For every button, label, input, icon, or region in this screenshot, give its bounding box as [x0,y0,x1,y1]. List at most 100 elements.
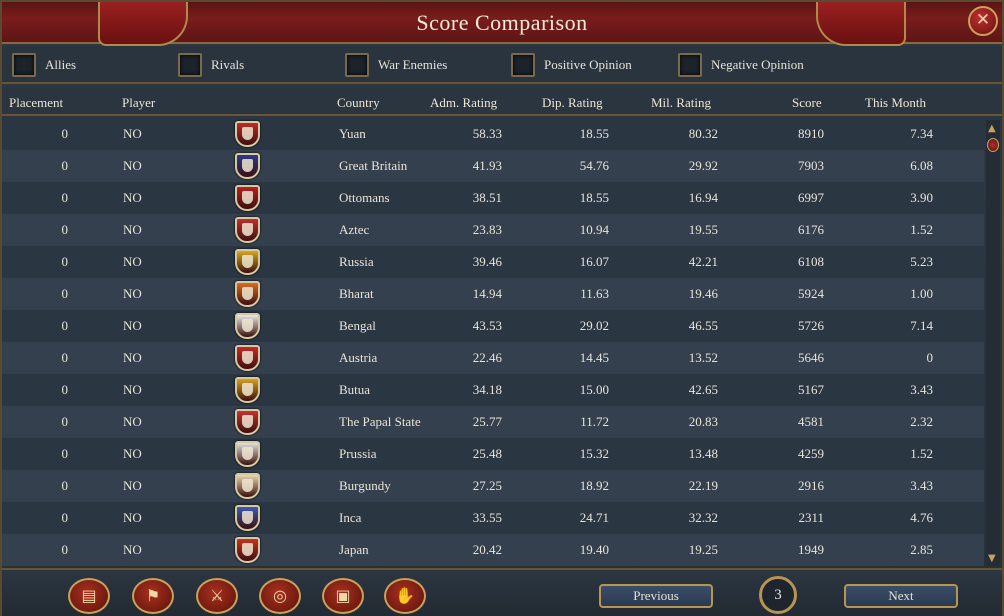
table-row[interactable]: 0 NO Russia 39.46 16.07 42.21 6108 5.23 [2,246,984,278]
filter-rivals[interactable]: Rivals [178,53,244,77]
ledger-tab-button[interactable]: ▤ [68,578,110,614]
economy-tab-button[interactable]: ◎ [259,578,301,614]
cell-placement: 0 [61,286,69,301]
coat-of-arms-icon [242,127,253,140]
checkbox[interactable] [345,53,369,77]
previous-button[interactable]: Previous [599,584,713,608]
scroll-up-arrow-icon[interactable]: ▲ [988,123,998,135]
cell-placement: 0 [61,414,69,429]
checkbox[interactable] [678,53,702,77]
cell-mil-rating: 16.94 [688,190,718,205]
header-score[interactable]: Score [792,95,822,111]
filter-negative-opinion[interactable]: Negative Opinion [678,53,804,77]
table-row[interactable]: 0 NO Japan 20.42 19.40 19.25 1949 2.85 [2,534,984,566]
cell-placement: 0 [61,382,69,397]
cell-mil-rating: 19.25 [688,542,718,557]
flag-tab-button[interactable]: ⚑ [132,578,174,614]
cell-mil-rating: 13.48 [688,446,718,461]
coat-of-arms-icon [242,255,253,268]
coat-of-arms-icon [242,479,253,492]
table-row[interactable]: 0 NO Inca 33.55 24.71 32.32 2311 4.76 [2,502,984,534]
filter-allies[interactable]: Allies [12,53,76,77]
checkbox[interactable] [178,53,202,77]
cell-this-month: 7.14 [910,318,933,333]
country-flag-icon[interactable] [235,377,260,403]
header-placement[interactable]: Placement [9,95,63,111]
country-flag-icon[interactable] [235,441,260,467]
table-row[interactable]: 0 NO The Papal State 25.77 11.72 20.83 4581 2.3… [2,406,984,438]
cell-adm-rating: 33.55 [472,510,502,525]
cell-score: 5924 [798,286,824,301]
checkbox[interactable] [511,53,535,77]
table-row[interactable]: 0 NO Great Britain 41.93 54.76 29.92 7903 6.08 [2,150,984,182]
military-tab-button[interactable]: ⚔ [196,578,238,614]
table-row[interactable]: 0 NO Butua 34.18 15.00 42.65 5167 3.43 [2,374,984,406]
header-player[interactable]: Player [122,95,155,111]
table-row[interactable]: 0 NO Bengal 43.53 29.02 46.55 5726 7.14 [2,310,984,342]
cell-this-month: 4.76 [910,510,933,525]
table-row[interactable]: 0 NO Ottomans 38.51 18.55 16.94 6997 3.90 [2,182,984,214]
scroll-thumb[interactable] [987,138,999,152]
header-mil-rating[interactable]: Mil. Rating [651,95,711,111]
header-country[interactable]: Country [337,95,380,111]
cell-score: 4259 [798,446,824,461]
country-flag-icon[interactable] [235,313,260,339]
cell-player: NO [123,254,142,269]
checkbox[interactable] [12,53,36,77]
cell-score: 2311 [798,510,824,525]
header-this-month[interactable]: This Month [865,95,926,111]
cell-player: NO [123,510,142,525]
cell-adm-rating: 25.48 [472,446,502,461]
coins-icon: ◎ [273,586,287,605]
table-row[interactable]: 0 NO Prussia 25.48 15.32 13.48 4259 1.52 [2,438,984,470]
cell-placement: 0 [61,318,69,333]
header-dip-rating[interactable]: Dip. Rating [542,95,603,111]
cell-adm-rating: 38.51 [472,190,502,205]
table-row[interactable]: 0 NO Yuan 58.33 18.55 80.32 8910 7.34 [2,118,984,150]
cell-mil-rating: 19.55 [688,222,718,237]
country-flag-icon[interactable] [235,217,260,243]
cell-score: 7903 [798,158,824,173]
table-row[interactable]: 0 NO Burgundy 27.25 18.92 22.19 2916 3.43 [2,470,984,502]
country-flag-icon[interactable] [235,249,260,275]
trade-tab-button[interactable]: ▣ [322,578,364,614]
country-flag-icon[interactable] [235,153,260,179]
cell-placement: 0 [61,126,69,141]
table-row[interactable]: 0 NO Bharat 14.94 11.63 19.46 5924 1.00 [2,278,984,310]
scroll-down-arrow-icon[interactable]: ▼ [988,553,998,565]
filter-label: Allies [45,57,77,72]
handshake-icon: ✋ [395,586,415,605]
country-flag-icon[interactable] [235,345,260,371]
country-flag-icon[interactable] [235,537,260,563]
ledger-icon: ▤ [81,586,97,605]
filter-war-enemies[interactable]: War Enemies [345,53,447,77]
cell-this-month: 7.34 [910,126,933,141]
cell-this-month: 3.43 [910,478,933,493]
cell-dip-rating: 54.76 [579,158,609,173]
cell-score: 5167 [798,382,824,397]
cell-mil-rating: 42.65 [688,382,718,397]
next-button[interactable]: Next [844,584,958,608]
cell-placement: 0 [61,222,69,237]
cell-this-month: 2.85 [910,542,933,557]
country-flag-icon[interactable] [235,185,260,211]
diplomacy-tab-button[interactable]: ✋ [384,578,426,614]
table-row[interactable]: 0 NO Aztec 23.83 10.94 19.55 6176 1.52 [2,214,984,246]
country-flag-icon[interactable] [235,409,260,435]
cell-placement: 0 [61,254,69,269]
cell-this-month: 1.52 [910,222,933,237]
cell-this-month: 2.32 [910,414,933,429]
cell-adm-rating: 20.42 [472,542,502,557]
header-adm-rating[interactable]: Adm. Rating [430,95,497,111]
cell-mil-rating: 32.32 [688,510,718,525]
scrollbar[interactable] [986,120,1000,566]
country-flag-icon[interactable] [235,505,260,531]
country-flag-icon[interactable] [235,121,260,147]
filter-positive-opinion[interactable]: Positive Opinion [511,53,632,77]
close-button[interactable]: ✕ [968,6,998,36]
window-title: Score Comparison [416,10,588,35]
cell-adm-rating: 41.93 [472,158,502,173]
country-flag-icon[interactable] [235,473,260,499]
country-flag-icon[interactable] [235,281,260,307]
table-row[interactable]: 0 NO Austria 22.46 14.45 13.52 5646 0 [2,342,984,374]
